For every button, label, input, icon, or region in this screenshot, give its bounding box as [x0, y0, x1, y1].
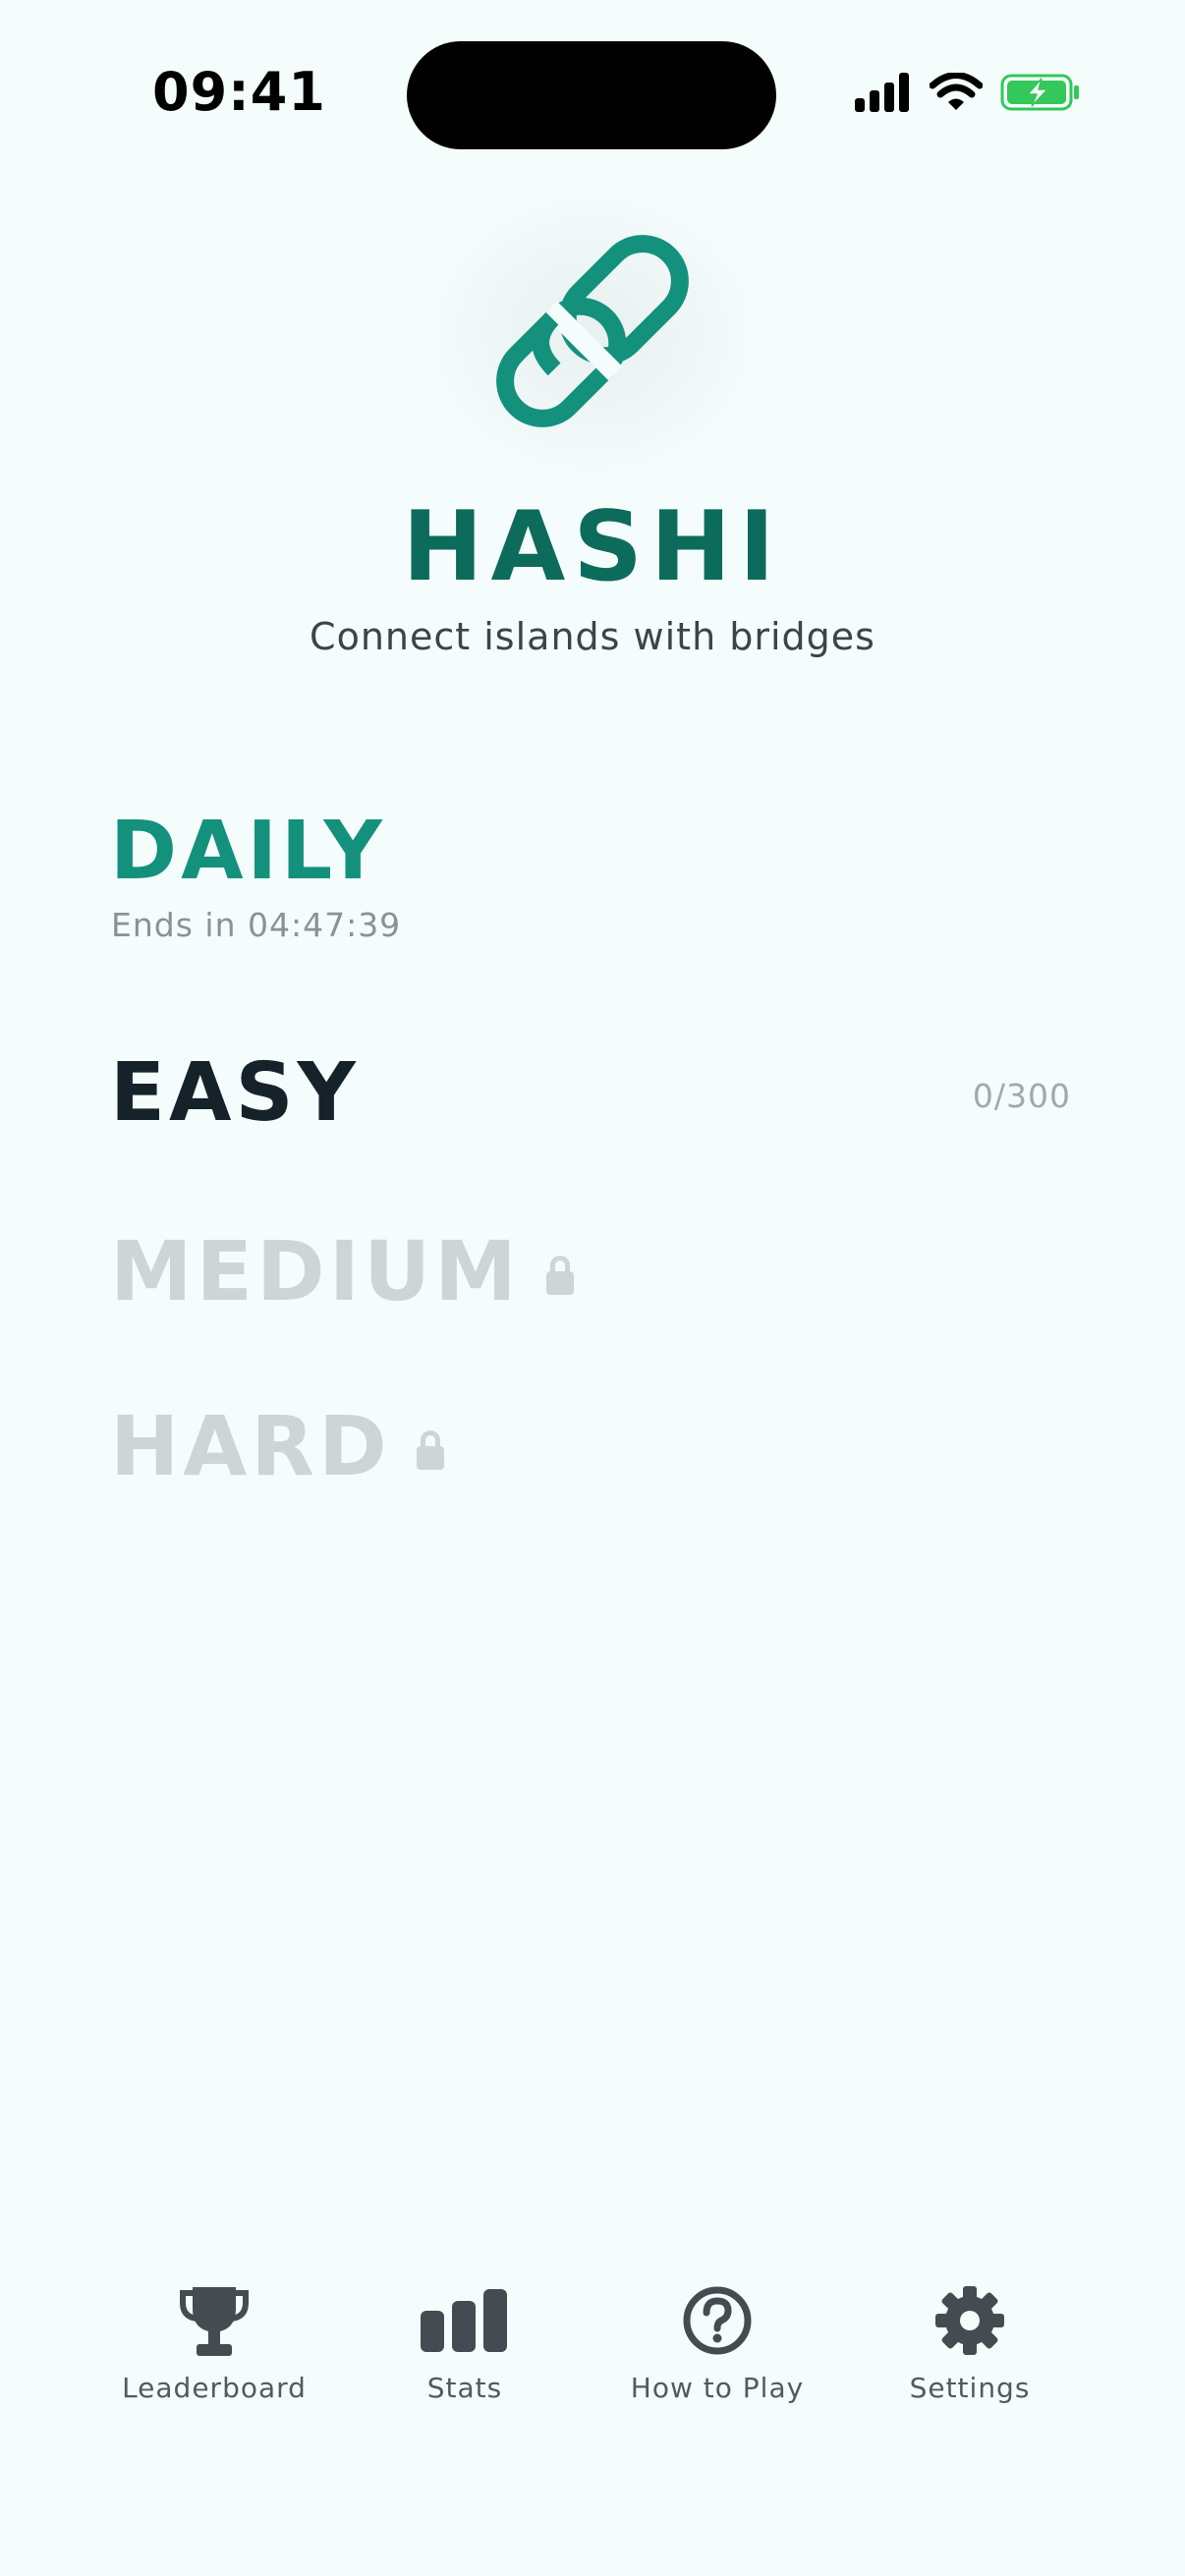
- status-icons: [855, 73, 1081, 112]
- mode-easy-button[interactable]: EASY: [110, 1053, 360, 1134]
- nav-stats-button[interactable]: Stats: [347, 2279, 583, 2417]
- nav-settings-label: Settings: [909, 2372, 1031, 2404]
- app-logo: [423, 187, 762, 481]
- cellular-signal-icon: [855, 73, 909, 112]
- app-subtitle: Connect islands with bridges: [310, 615, 875, 658]
- question-circle-icon: [683, 2286, 752, 2355]
- mode-hard-button[interactable]: HARD: [110, 1405, 444, 1487]
- mode-easy-label: EASY: [110, 1046, 360, 1140]
- mode-daily-label: DAILY: [110, 805, 386, 898]
- lock-icon: [545, 1256, 574, 1295]
- chain-link-icon: [496, 235, 689, 427]
- nav-how-to-play-button[interactable]: How to Play: [599, 2279, 835, 2417]
- battery-charging-icon: [1000, 74, 1079, 111]
- mode-daily-button[interactable]: DAILY: [110, 812, 386, 892]
- bottom-nav: Leaderboard Stats How to Play Settings: [0, 2279, 1185, 2417]
- nav-leaderboard-button[interactable]: Leaderboard: [96, 2279, 332, 2417]
- mode-medium-label: MEDIUM: [110, 1223, 521, 1319]
- gear-icon: [935, 2286, 1004, 2355]
- lock-icon: [416, 1430, 444, 1470]
- trophy-icon: [180, 2287, 249, 2356]
- wifi-icon: [930, 73, 983, 110]
- easy-progress-count: 0/300: [972, 1077, 1071, 1115]
- bar-chart-icon: [421, 2289, 507, 2352]
- nav-settings-button[interactable]: Settings: [852, 2279, 1088, 2417]
- nav-stats-label: Stats: [426, 2372, 503, 2404]
- mode-hard-label: HARD: [110, 1398, 391, 1494]
- daily-countdown: Ends in 04:47:39: [111, 906, 402, 944]
- dynamic-island: [407, 41, 776, 149]
- mode-medium-button[interactable]: MEDIUM: [110, 1230, 574, 1313]
- nav-how-to-play-label: How to Play: [630, 2372, 805, 2404]
- app-title: HASHI: [402, 491, 783, 603]
- nav-leaderboard-label: Leaderboard: [122, 2372, 307, 2404]
- status-time: 09:41: [152, 61, 326, 123]
